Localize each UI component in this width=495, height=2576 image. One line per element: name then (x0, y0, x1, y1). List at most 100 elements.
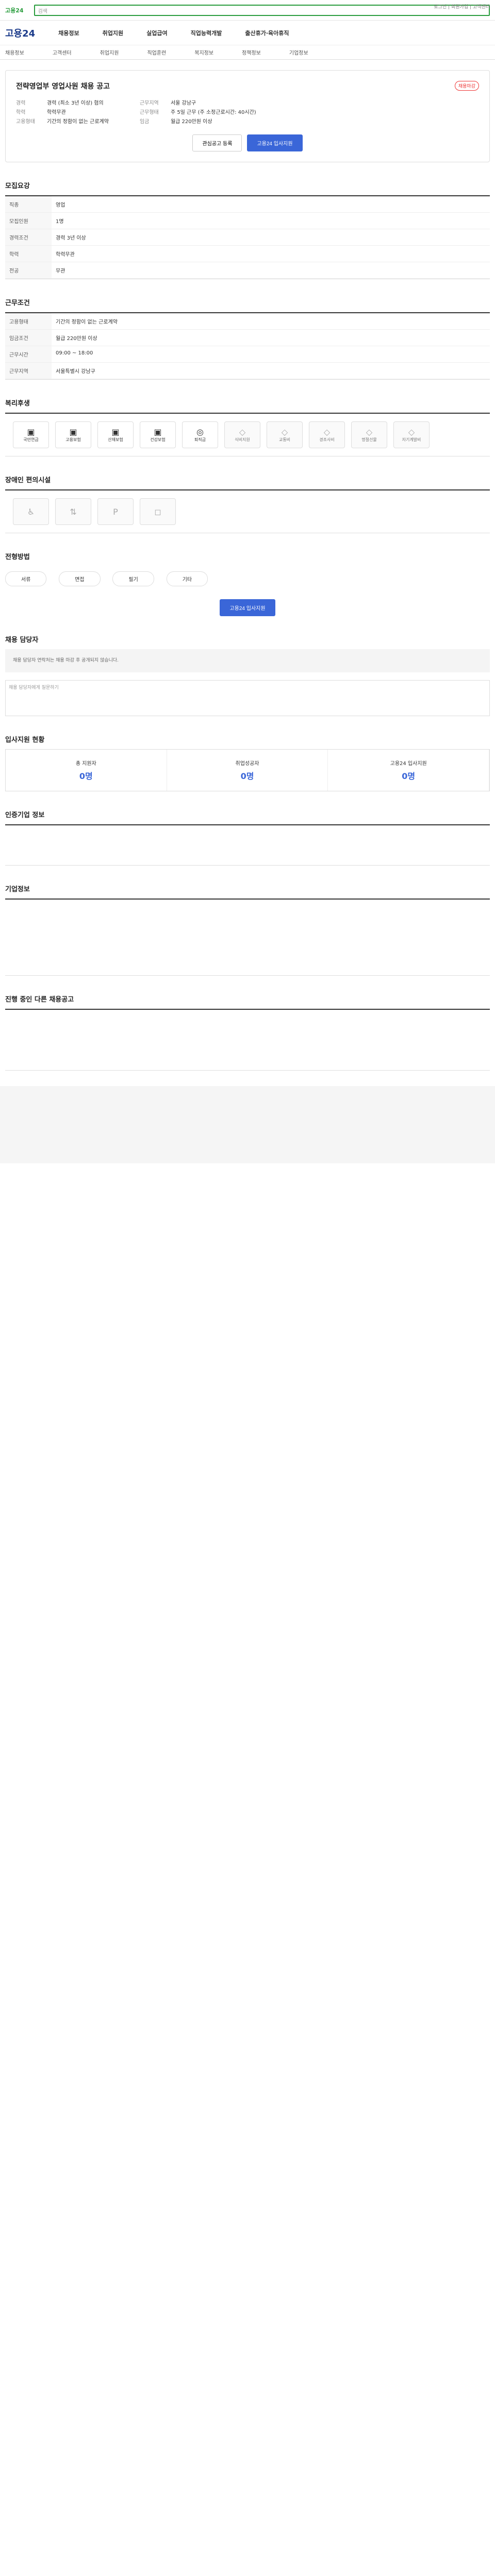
field-value: 월급 220만원 이상 (170, 119, 212, 125)
section-title: 모집요강 (5, 182, 30, 190)
shield-icon: ▣ (111, 427, 120, 437)
row-value: 09:00 ~ 18:00 (56, 350, 93, 356)
row-value: 월급 220만원 이상 (56, 336, 97, 342)
field-value: 학력무관 (47, 110, 66, 115)
row-header: 전공 (5, 262, 52, 278)
section-title: 장애인 편의시설 (5, 477, 51, 484)
row-header: 학력 (5, 246, 52, 262)
benefit-item: ◇ 명절선물 (351, 421, 387, 448)
facility-item: P (97, 498, 134, 525)
row-value: 1명 (56, 219, 64, 225)
section-title: 기업정보 (5, 886, 30, 893)
apply-button[interactable]: 고용24 입사지원 (247, 134, 303, 151)
row-header: 경력조건 (5, 229, 52, 245)
question-textarea[interactable]: 채용 담당자에게 질문하기 (5, 680, 490, 716)
section-title: 근무조건 (5, 299, 30, 307)
nav-support[interactable]: 취업지원 (103, 29, 123, 37)
row-header: 모집인원 (5, 213, 52, 229)
row-value: 영업 (56, 202, 65, 208)
section-title: 입사지원 현황 (5, 736, 45, 744)
row-header: 근무지역 (5, 363, 52, 379)
subnav-item[interactable]: 직업훈련 (147, 48, 166, 56)
row-header: 근무시간 (5, 346, 52, 362)
benefit-item: ◎ 퇴직금 (182, 421, 218, 448)
process-step: 면접 (59, 571, 101, 586)
nav-benefit[interactable]: 실업급여 (146, 29, 167, 37)
brand[interactable]: 고용24 (5, 26, 35, 40)
manager-notice: 채용 담당자 연락처는 채용 마감 후 공개되지 않습니다. (5, 649, 490, 672)
field-value: 경력 (최소 3년 이상) 협의 (47, 100, 104, 106)
benefit-item: ▣ 고용보험 (55, 421, 91, 448)
process-step: 기타 (166, 571, 208, 586)
meal-icon: ◇ (239, 427, 246, 437)
parking-icon: P (113, 506, 118, 517)
row-value: 학력무관 (56, 252, 75, 258)
subnav-item[interactable]: 취업지원 (100, 48, 119, 56)
apply-button-2[interactable]: 고용24 입사지원 (220, 599, 275, 616)
field-value: 기간의 정함이 없는 근로계약 (47, 119, 109, 125)
row-header: 고용형태 (5, 313, 52, 329)
benefit-item: ◇ 자기계발비 (393, 421, 430, 448)
field-label: 학력 (16, 110, 26, 115)
row-value: 서울특별시 강남구 (56, 369, 95, 375)
subnav-item[interactable]: 채용정보 (5, 48, 24, 56)
footer (0, 1086, 495, 1163)
book-icon: ◇ (408, 427, 415, 437)
subnav-item[interactable]: 고객센터 (53, 48, 72, 56)
field-label: 경력 (16, 100, 26, 106)
subnav-item[interactable]: 정책정보 (242, 48, 261, 56)
stat-item: 고용24 입사지원 0명 (328, 750, 490, 791)
sub-nav: 채용정보 고객센터 취업지원 직업훈련 복지정보 정책정보 기업정보 (0, 45, 495, 60)
subnav-item[interactable]: 기업정보 (289, 48, 308, 56)
row-value: 기간의 정함이 없는 근로계약 (56, 319, 118, 325)
subnav-item[interactable]: 복지정보 (194, 48, 213, 56)
restroom-icon: ◻ (154, 506, 161, 517)
cert-info (5, 824, 490, 866)
field-label: 임금 (139, 119, 150, 125)
field-label: 근무지역 (139, 100, 159, 106)
section-title: 채용 담당자 (5, 636, 39, 644)
benefit-item: ▣ 산재보험 (97, 421, 134, 448)
top-bar: 고용24 검색 (0, 0, 495, 21)
elevator-icon: ⇅ (70, 506, 77, 517)
job-title: 전략영업부 영업사원 채용 공고 (16, 82, 110, 91)
row-header: 직종 (5, 196, 52, 212)
recruit-table: 직종 영업 모집인원 1명 경력조건 경력 3년 이상 학력 학력무관 전공 무관 (5, 195, 490, 279)
field-value: 주 5일 근무 (주 소정근로시간: 40시간) (170, 110, 256, 115)
logo[interactable]: 고용24 (5, 6, 24, 14)
row-header: 임금조건 (5, 330, 52, 346)
process-step: 서류 (5, 571, 47, 586)
coin-icon: ◎ (196, 427, 204, 437)
benefits-grid: ▣ 국민연금 ▣ 고용보험 ▣ 산재보험 ▣ 건강보험 ◎ 퇴직금 ◇ 식비지원 ◇ 교통비 … (5, 413, 490, 456)
facility-item: ◻ (140, 498, 176, 525)
section-title: 복리후생 (5, 400, 30, 408)
field-label: 근무형태 (139, 110, 159, 115)
apply-stats: 총 지원자 0명 취업성공자 0명 고용24 입사지원 0명 (5, 749, 490, 791)
content: 채용마감 전략영업부 영업사원 채용 공고 경력 경력 (최소 3년 이상) 협의… (5, 70, 490, 1071)
save-job-button[interactable]: 관심공고 등록 (192, 134, 242, 151)
nav-jobs[interactable]: 채용정보 (58, 29, 79, 37)
benefit-item: ▣ 국민연금 (13, 421, 49, 448)
gift-icon: ◇ (323, 427, 331, 437)
benefit-item: ◇ 식비지원 (224, 421, 260, 448)
section-title: 전형방법 (5, 553, 30, 561)
stat-item: 취업성공자 0명 (167, 750, 328, 791)
field-label: 고용형태 (16, 119, 35, 125)
nav-training[interactable]: 직업능력개발 (191, 29, 222, 37)
shield-icon: ▣ (154, 427, 162, 437)
nav-leave[interactable]: 출산휴가·육아휴직 (245, 29, 289, 37)
process-steps: 서류 면접 필기 기타 (5, 566, 490, 591)
section-title: 진행 중인 다른 채용공고 (5, 996, 74, 1004)
top-links[interactable]: 로그인 | 회원가입 | 고객센터 (434, 3, 490, 10)
benefit-item: ◇ 경조사비 (309, 421, 345, 448)
section-title: 인증기업 정보 (5, 811, 45, 819)
status-badge: 채용마감 (454, 81, 479, 91)
main-header: 고용24 채용정보 취업지원 실업급여 직업능력개발 출산휴가·육아휴직 (0, 21, 495, 45)
facility-item: ⇅ (55, 498, 91, 525)
shield-icon: ▣ (27, 427, 35, 437)
process-step: 필기 (112, 571, 154, 586)
search-input[interactable]: 검색 (34, 4, 490, 16)
benefit-item: ▣ 건강보험 (140, 421, 176, 448)
field-value: 서울 강남구 (170, 100, 196, 106)
bus-icon: ◇ (281, 427, 288, 437)
